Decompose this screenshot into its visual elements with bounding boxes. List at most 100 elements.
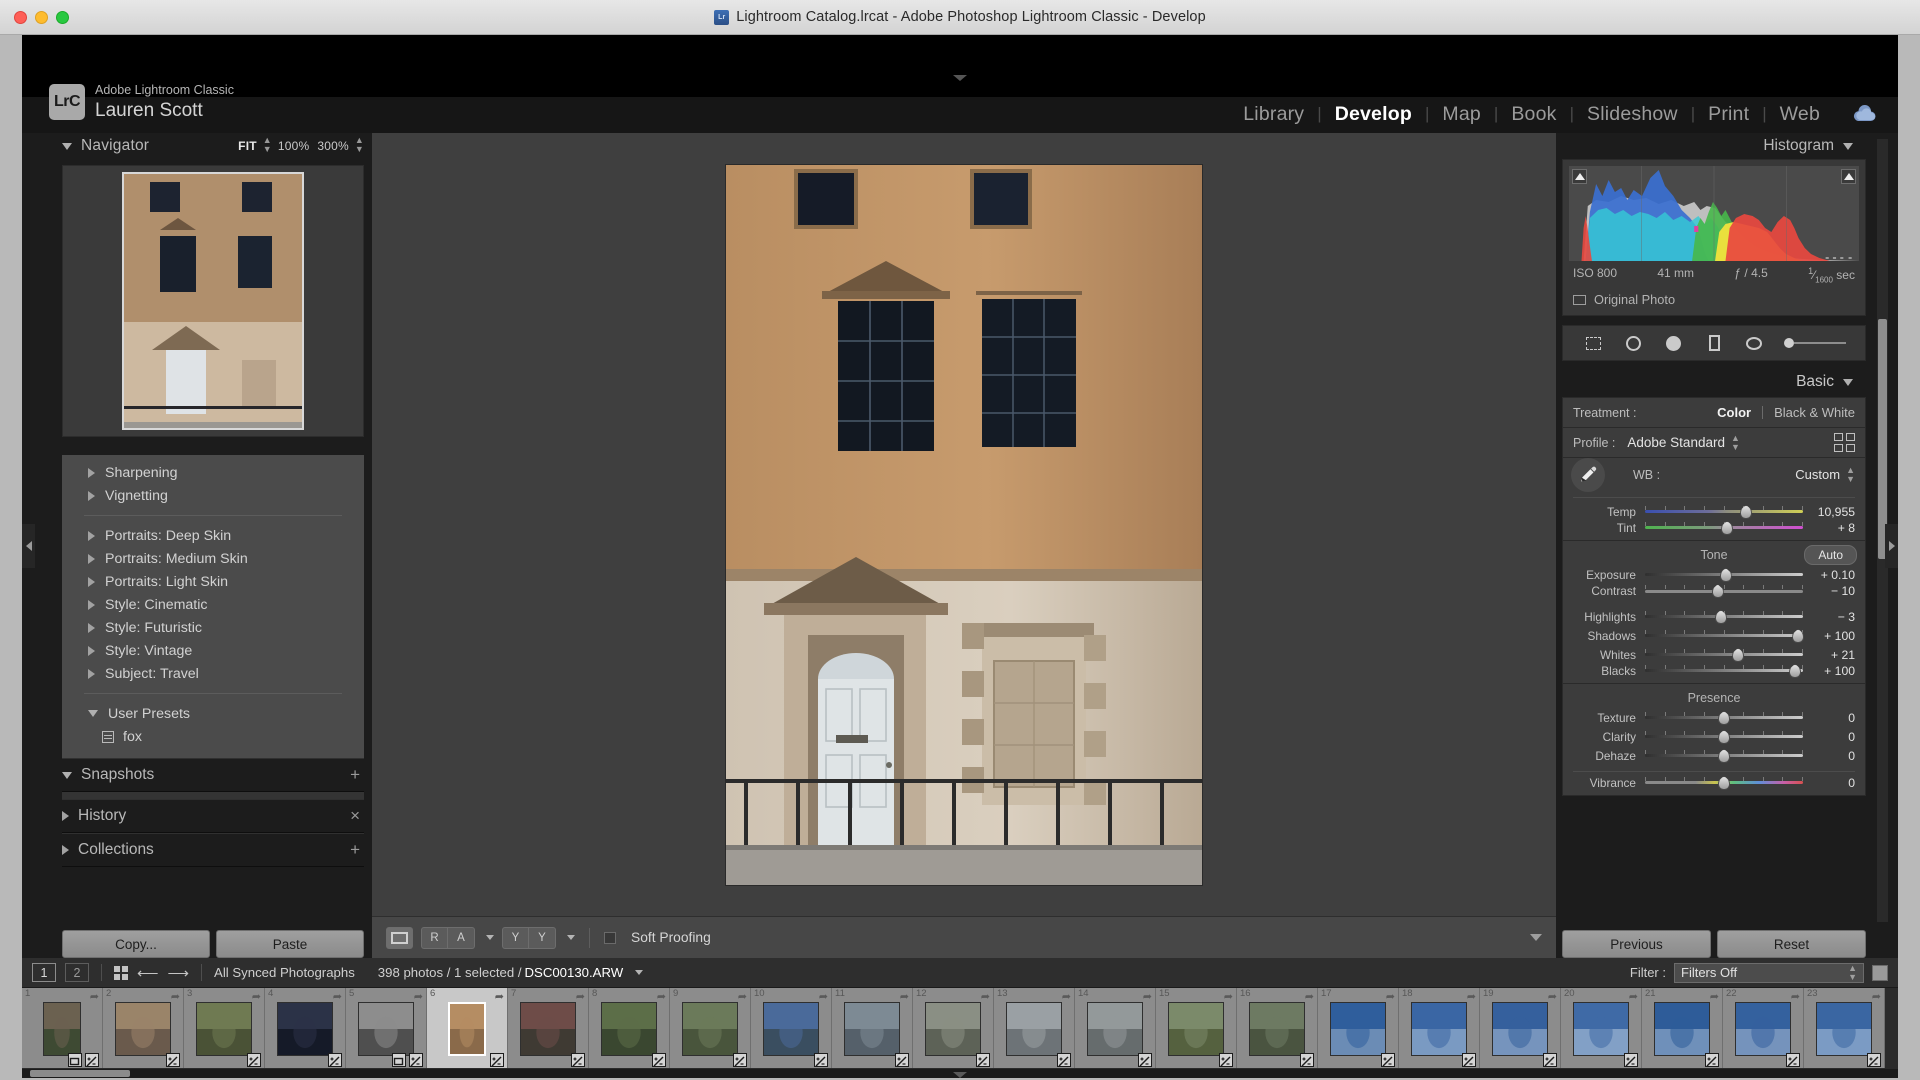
- filmstrip-thumb[interactable]: 18 ➦: [1399, 988, 1480, 1068]
- loupe-view-button[interactable]: [386, 926, 413, 949]
- slider-row-blacks[interactable]: Blacks + 100: [1563, 663, 1865, 683]
- navigator-header[interactable]: Navigator FIT ▲ ▼ 100% 300% ▲ ▼: [62, 133, 364, 159]
- go-back-arrow-icon[interactable]: ⟵: [137, 964, 159, 982]
- graduated-filter-icon[interactable]: [1703, 332, 1725, 354]
- whites-value[interactable]: + 21: [1803, 648, 1855, 662]
- filmstrip-collapse-arrow[interactable]: [953, 1072, 967, 1078]
- radial-filter-icon[interactable]: [1743, 332, 1765, 354]
- slider-row-texture[interactable]: Texture 0: [1563, 708, 1865, 727]
- main-window-button[interactable]: 1: [32, 963, 56, 982]
- exposure-slider-track[interactable]: [1645, 567, 1803, 582]
- spot-removal-icon[interactable]: [1622, 332, 1644, 354]
- loupe-view[interactable]: [372, 133, 1556, 916]
- module-library[interactable]: Library: [1230, 103, 1317, 126]
- filmstrip-thumb[interactable]: 22 ➦: [1723, 988, 1804, 1068]
- texture-slider-track[interactable]: [1645, 710, 1803, 725]
- slider-row-clarity[interactable]: Clarity 0: [1563, 727, 1865, 746]
- exposure-value[interactable]: + 0.10: [1803, 568, 1855, 582]
- wb-value[interactable]: Custom: [1795, 467, 1840, 482]
- develop-tool-strip[interactable]: [1562, 325, 1866, 362]
- paste-button[interactable]: Paste: [216, 930, 364, 958]
- highlights-slider-track[interactable]: [1645, 609, 1803, 624]
- preset-item-fox[interactable]: fox: [62, 725, 364, 748]
- preset-group-subject-travel[interactable]: Subject: Travel: [62, 662, 364, 685]
- profile-stepper-icon[interactable]: ▲ ▼: [1731, 433, 1740, 452]
- filmstrip-thumb[interactable]: 7 ➦: [508, 988, 589, 1068]
- filmstrip-thumb[interactable]: 17 ➦: [1318, 988, 1399, 1068]
- filmstrip-thumb[interactable]: 16 ➦: [1237, 988, 1318, 1068]
- preset-group-portraits-deep-skin[interactable]: Portraits: Deep Skin: [62, 524, 364, 547]
- preset-group-vignetting[interactable]: Vignetting: [62, 484, 364, 507]
- filmstrip-thumb[interactable]: 14 ➦: [1075, 988, 1156, 1068]
- histogram-graph[interactable]: [1569, 166, 1859, 261]
- contrast-value[interactable]: − 10: [1803, 584, 1855, 598]
- shadows-value[interactable]: + 100: [1803, 629, 1855, 643]
- filmstrip-thumb[interactable]: 6 ➦: [427, 988, 508, 1068]
- before-after-ra-caret-icon[interactable]: [486, 935, 494, 940]
- treatment-bw-option[interactable]: Black & White: [1774, 405, 1855, 420]
- crop-overlay-icon[interactable]: [1582, 332, 1604, 354]
- dehaze-slider-track[interactable]: [1645, 748, 1803, 763]
- top-panel-toggle-arrow[interactable]: [953, 75, 967, 81]
- preset-group-style-futuristic[interactable]: Style: Futuristic: [62, 616, 364, 639]
- copy-button[interactable]: Copy...: [62, 930, 210, 958]
- texture-value[interactable]: 0: [1803, 711, 1855, 725]
- module-slideshow[interactable]: Slideshow: [1574, 103, 1691, 126]
- adjustment-brush-icon[interactable]: [1783, 332, 1846, 354]
- preset-group-sharpening[interactable]: Sharpening: [62, 461, 364, 484]
- filmstrip-thumb[interactable]: 10 ➦: [751, 988, 832, 1068]
- cloud-sync-icon[interactable]: [1850, 105, 1880, 125]
- right-panel-collapse-arrow[interactable]: [1885, 523, 1898, 568]
- filmstrip-scrollbar-thumb[interactable]: [30, 1070, 130, 1077]
- profile-browser-icon[interactable]: [1834, 433, 1855, 453]
- filmstrip-thumb[interactable]: 21 ➦: [1642, 988, 1723, 1068]
- before-after-a-button[interactable]: A: [448, 926, 475, 949]
- left-panel-collapse-arrow[interactable]: [22, 523, 35, 568]
- module-book[interactable]: Book: [1498, 103, 1569, 126]
- add-snapshot-button[interactable]: +: [350, 765, 364, 785]
- slider-row-shadows[interactable]: Shadows + 100: [1563, 626, 1865, 645]
- zoom-fit-stepper-icon[interactable]: ▲ ▼: [263, 136, 272, 154]
- preset-group-portraits-light-skin[interactable]: Portraits: Light Skin: [62, 570, 364, 593]
- filmstrip-thumb[interactable]: 12 ➦: [913, 988, 994, 1068]
- section-history[interactable]: History ×: [62, 799, 364, 833]
- preset-group-style-cinematic[interactable]: Style: Cinematic: [62, 593, 364, 616]
- white-balance-selector-icon[interactable]: [1571, 457, 1605, 492]
- filmstrip-thumb[interactable]: 19 ➦: [1480, 988, 1561, 1068]
- shadows-slider-track[interactable]: [1645, 628, 1805, 643]
- filmstrip-thumb[interactable]: 20 ➦: [1561, 988, 1642, 1068]
- module-web[interactable]: Web: [1767, 103, 1833, 126]
- filter-toggle-icon[interactable]: [1872, 964, 1888, 981]
- module-develop[interactable]: Develop: [1322, 103, 1425, 126]
- before-after-yy-caret-icon[interactable]: [567, 935, 575, 940]
- go-forward-arrow-icon[interactable]: ⟶: [168, 964, 190, 982]
- filter-stepper-icon[interactable]: ▲ ▼: [1848, 963, 1857, 982]
- wb-stepper-icon[interactable]: ▲ ▼: [1846, 465, 1855, 484]
- vibrance-slider-track[interactable]: [1645, 775, 1803, 790]
- grid-view-icon[interactable]: [114, 965, 128, 980]
- preset-group-portraits-medium-skin[interactable]: Portraits: Medium Skin: [62, 547, 364, 570]
- clarity-value[interactable]: 0: [1803, 730, 1855, 744]
- original-photo-row[interactable]: Original Photo: [1569, 286, 1859, 309]
- dehaze-value[interactable]: 0: [1803, 749, 1855, 763]
- clear-history-button[interactable]: ×: [350, 806, 364, 826]
- profile-value[interactable]: Adobe Standard: [1627, 435, 1725, 450]
- highlights-value[interactable]: − 3: [1803, 610, 1855, 624]
- contrast-slider-track[interactable]: [1645, 584, 1803, 599]
- clarity-slider-track[interactable]: [1645, 729, 1803, 744]
- slider-row-tint[interactable]: Tint + 8: [1563, 520, 1865, 540]
- before-after-y1-button[interactable]: Y: [502, 926, 529, 949]
- zoom-100[interactable]: 100%: [276, 139, 312, 153]
- slider-row-dehaze[interactable]: Dehaze 0: [1563, 746, 1865, 765]
- exposure-slider-knob[interactable]: [1719, 567, 1732, 582]
- treatment-color-option[interactable]: Color: [1717, 405, 1751, 420]
- zoom-300-stepper-icon[interactable]: ▲ ▼: [355, 136, 364, 154]
- blacks-slider-track[interactable]: [1645, 663, 1803, 678]
- filmstrip-thumb[interactable]: 2 ➦: [103, 988, 184, 1068]
- filmstrip-thumb[interactable]: 15 ➦: [1156, 988, 1237, 1068]
- navigator-preview-box[interactable]: [62, 165, 364, 437]
- slider-row-highlights[interactable]: Highlights − 3: [1563, 607, 1865, 626]
- slider-row-temp[interactable]: Temp 10,955: [1563, 502, 1865, 521]
- temp-value[interactable]: 10,955: [1803, 505, 1855, 519]
- blacks-value[interactable]: + 100: [1803, 664, 1855, 678]
